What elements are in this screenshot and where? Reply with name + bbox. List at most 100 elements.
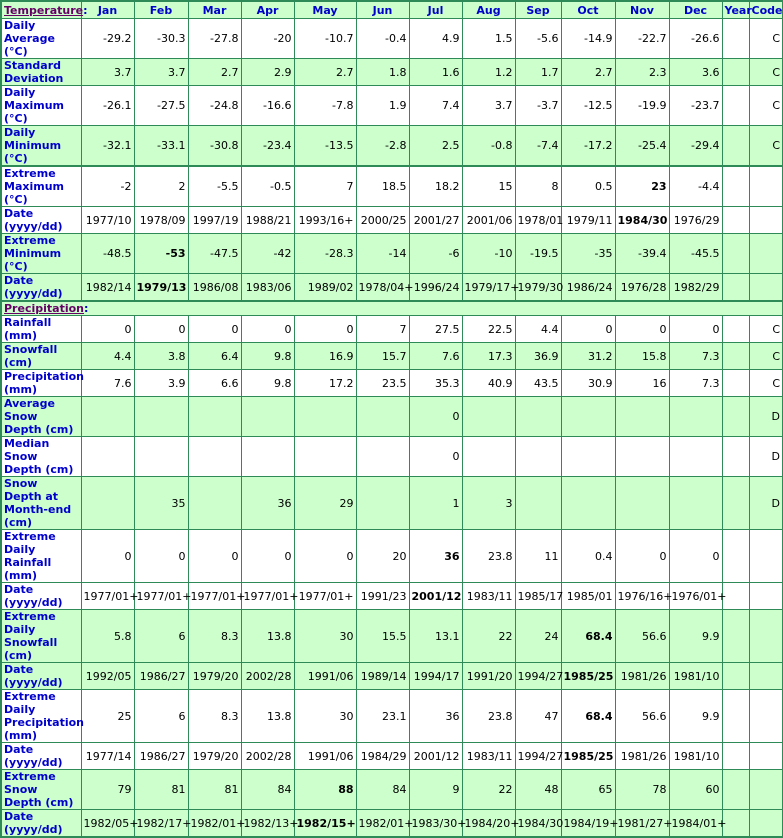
value-cell: -2	[80, 165, 135, 207]
year-cell	[721, 273, 750, 302]
row-label: Extreme Minimum (°C)	[0, 233, 82, 274]
value-cell: 6.4	[187, 342, 242, 370]
month-header: Oct	[560, 0, 616, 19]
table-row: Median Snow Depth (cm) 0 D	[0, 436, 783, 477]
value-cell: 7	[355, 315, 410, 343]
value-cell: 1986/24	[560, 273, 616, 302]
colon: :	[83, 3, 88, 17]
value-cell: 56.6	[614, 609, 670, 663]
value-cell: 2.7	[293, 58, 357, 86]
table-row: Snowfall (cm) 4.4 3.8 6.4 9.8 16.9 15.7 7.6 17.3…	[0, 342, 783, 370]
temperature-link[interactable]: Temperature	[4, 4, 83, 17]
value-cell: -25.4	[614, 125, 670, 167]
value-cell: 22.5	[461, 315, 516, 343]
value-cell: -42	[240, 233, 295, 274]
code-cell: C	[748, 342, 783, 370]
row-label: Daily Average (°C)	[0, 18, 82, 59]
value-cell: 47	[514, 689, 562, 743]
value-cell: 1989/14	[355, 662, 410, 690]
value-cell: -47.5	[187, 233, 242, 274]
value-cell	[614, 436, 670, 477]
row-label: Snow Depth at Month-end (cm)	[0, 476, 82, 530]
value-cell: 84	[240, 769, 295, 810]
year-cell	[721, 582, 750, 610]
value-cell: 15.7	[355, 342, 410, 370]
value-cell: 1981/26	[614, 742, 670, 770]
year-cell	[721, 233, 750, 274]
value-cell: 29	[293, 476, 357, 530]
climate-data-table: Temperature: Jan Feb Mar Apr May Jun Jul…	[0, 0, 783, 838]
value-cell: 60	[668, 769, 723, 810]
table-row: Daily Average (°C) -29.2 -30.3 -27.8 -20 -10.…	[0, 18, 783, 59]
value-cell: -29.2	[80, 18, 135, 59]
value-cell: 1977/01+	[80, 582, 138, 610]
value-cell: 1986/27	[133, 662, 189, 690]
value-cell: 9	[408, 769, 463, 810]
value-cell: 1988/21	[240, 206, 295, 234]
month-header: Dec	[668, 0, 723, 19]
value-cell: -26.6	[668, 18, 723, 59]
value-cell: 13.8	[240, 689, 295, 743]
year-cell	[721, 206, 750, 234]
value-cell: 1.2	[461, 58, 516, 86]
value-cell: 1982/01+	[355, 809, 413, 838]
year-cell	[721, 809, 750, 838]
month-header: Aug	[461, 0, 516, 19]
value-cell: 1984/20+	[461, 809, 519, 838]
value-cell	[614, 396, 670, 437]
value-cell: 1982/29	[668, 273, 723, 302]
value-cell: -14.9	[560, 18, 616, 59]
temperature-section-header: Temperature:	[0, 0, 88, 19]
value-cell: 0	[668, 315, 723, 343]
value-cell: 1979/17+	[461, 273, 519, 302]
code-cell: C	[748, 369, 783, 397]
value-cell: -30.8	[187, 125, 242, 167]
value-cell: 1.8	[355, 58, 410, 86]
row-label: Daily Maximum (°C)	[0, 85, 82, 126]
value-cell: 1.6	[408, 58, 463, 86]
value-cell: 1985/17	[514, 582, 563, 610]
year-cell	[721, 125, 750, 167]
value-cell	[187, 476, 242, 530]
code-cell	[748, 742, 783, 770]
code-cell	[748, 529, 783, 583]
value-cell: 0	[240, 529, 295, 583]
precipitation-section-header: Precipitation:	[0, 300, 783, 316]
row-label: Extreme Daily Snowfall (cm)	[0, 609, 82, 663]
value-cell: 6.6	[187, 369, 242, 397]
value-cell: -10.7	[293, 18, 357, 59]
value-cell: -14	[355, 233, 410, 274]
month-header: Apr	[240, 0, 295, 19]
value-cell: -30.3	[133, 18, 189, 59]
value-cell: 1983/11	[461, 742, 516, 770]
precipitation-link[interactable]: Precipitation	[4, 302, 84, 315]
table-row: Rainfall (mm) 0 0 0 0 0 7 27.5 22.5 4.4 0 0 0 C	[0, 315, 783, 343]
value-cell: 0	[668, 529, 723, 583]
value-cell: -0.4	[355, 18, 410, 59]
value-cell: 31.2	[560, 342, 616, 370]
month-header: Jun	[355, 0, 410, 19]
row-label: Standard Deviation	[0, 58, 82, 86]
value-cell: 17.2	[293, 369, 357, 397]
code-cell	[748, 769, 783, 810]
table-row: Extreme Snow Depth (cm) 79 81 81 84 88 84 9 22 48…	[0, 769, 783, 810]
value-cell: -32.1	[80, 125, 135, 167]
value-cell	[560, 396, 616, 437]
value-cell: -6	[408, 233, 463, 274]
value-cell: 20	[355, 529, 410, 583]
value-cell: -7.4	[514, 125, 562, 167]
value-cell: -5.6	[514, 18, 562, 59]
value-cell: 27.5	[408, 315, 463, 343]
table-row: Extreme Minimum (°C) -48.5 -53 -47.5 -42 -28.…	[0, 233, 783, 274]
value-cell: -3.7	[514, 85, 562, 126]
value-cell: 81	[187, 769, 242, 810]
row-label: Date (yyyy/dd)	[0, 273, 82, 302]
row-label: Extreme Maximum (°C)	[0, 165, 82, 207]
value-cell: 1979/30	[514, 273, 563, 302]
table-row: Precipitation (mm) 7.6 3.9 6.6 9.8 17.2 23.5 35…	[0, 369, 783, 397]
value-cell: 23.5	[355, 369, 410, 397]
value-cell: 2002/28	[240, 742, 295, 770]
value-cell: 35	[133, 476, 189, 530]
table-row: Snow Depth at Month-end (cm) 35 36 29 1 3 D	[0, 476, 783, 530]
value-cell: 5.8	[80, 609, 135, 663]
